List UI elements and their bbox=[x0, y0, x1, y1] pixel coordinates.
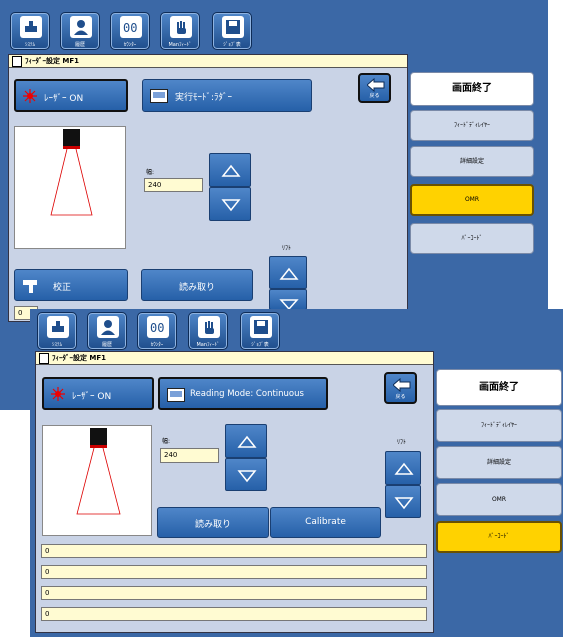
feed-delay-button[interactable]: ﾌｨｰﾄﾞﾃﾞｨﾚｲﾔｰ bbox=[436, 409, 562, 442]
sensor-beam-graphic bbox=[76, 428, 121, 515]
width-label: 幅: bbox=[162, 438, 171, 445]
panel-title: ﾌｨｰﾀﾞｰ設定 MF1 bbox=[25, 57, 80, 65]
svg-text:00: 00 bbox=[150, 321, 164, 335]
advanced-settings-button[interactable]: 詳細設定 bbox=[436, 446, 562, 479]
mode-label: Reading Mode: Continuous bbox=[190, 389, 304, 399]
laser-on-button[interactable]: ﾚｰｻﾞｰ ON bbox=[14, 79, 128, 112]
lift-label: ﾘﾌﾄ bbox=[397, 439, 407, 446]
triangle-down-icon bbox=[237, 470, 257, 483]
laser-icon bbox=[23, 89, 37, 103]
monitor-icon bbox=[167, 388, 185, 402]
hand-icon bbox=[170, 16, 192, 38]
laser-on-button[interactable]: ﾚｰｻﾞｰ ON bbox=[42, 377, 154, 410]
window-icon bbox=[12, 56, 22, 67]
panel-title-bar: ﾌｨｰﾀﾞｰ設定 MF1 bbox=[36, 352, 433, 365]
omr-button[interactable]: OMR bbox=[410, 184, 534, 216]
monitor-icon bbox=[150, 89, 168, 103]
lift-label: ﾘﾌﾄ bbox=[282, 245, 292, 252]
manual-feed-button[interactable]: Manﾌｨｰﾄﾞ bbox=[160, 12, 200, 50]
history-button[interactable]: 履歴 bbox=[60, 12, 100, 50]
person-icon bbox=[70, 16, 92, 38]
barcode-button[interactable]: ﾊﾞｰｺｰﾄﾞ bbox=[410, 223, 534, 254]
job-table-button[interactable]: ｼﾞｮﾌﾞ表 bbox=[212, 12, 252, 50]
triangle-down-icon bbox=[394, 497, 414, 510]
triangle-up-icon bbox=[237, 435, 257, 448]
width-down-button[interactable] bbox=[209, 187, 251, 221]
counter-icon: 00 bbox=[147, 316, 169, 338]
lift-up-button[interactable] bbox=[269, 256, 307, 289]
back-button[interactable]: 戻る bbox=[358, 73, 391, 103]
read-button[interactable]: 読み取り bbox=[157, 507, 269, 538]
window-icon bbox=[39, 353, 49, 364]
gun-icon bbox=[23, 280, 37, 293]
result-field: 0 bbox=[41, 586, 427, 600]
back-arrow-icon bbox=[367, 78, 385, 92]
disk-icon bbox=[222, 16, 244, 38]
mode-button[interactable]: 実行ﾓｰﾄﾞ:ﾗﾀﾞｰ bbox=[142, 79, 312, 112]
width-up-button[interactable] bbox=[225, 424, 267, 458]
read-label: 読み取り bbox=[178, 283, 215, 293]
counter-icon: 00 bbox=[120, 16, 142, 38]
panel-title: ﾌｨｰﾀﾞｰ設定 MF1 bbox=[52, 354, 107, 362]
lift-down-button[interactable] bbox=[269, 289, 307, 310]
sensor-beam-graphic bbox=[50, 129, 93, 216]
laser-on-label: ﾚｰｻﾞｰ ON bbox=[44, 94, 84, 104]
counter-button[interactable]: 00 ｶｳﾝﾀｰ bbox=[137, 312, 177, 350]
calibrate-label: 校正 bbox=[53, 283, 72, 293]
width-field[interactable]: 240 bbox=[144, 178, 203, 192]
triangle-up-icon bbox=[279, 267, 299, 280]
sensor-diagram bbox=[14, 126, 126, 249]
exit-screen-button[interactable]: 画面終了 bbox=[436, 369, 562, 406]
triangle-down-icon bbox=[221, 199, 241, 212]
back-label: 戻る bbox=[395, 394, 406, 400]
mode-button[interactable]: Reading Mode: Continuous bbox=[158, 377, 328, 410]
system-icon bbox=[20, 16, 42, 38]
advanced-settings-button[interactable]: 詳細設定 bbox=[410, 146, 534, 177]
read-label: 読み取り bbox=[194, 520, 231, 530]
width-field[interactable]: 240 bbox=[160, 448, 219, 463]
back-label: 戻る bbox=[369, 93, 380, 99]
system-icon bbox=[47, 316, 69, 338]
calibrate-label: Calibrate bbox=[305, 517, 346, 527]
lift-down-button[interactable] bbox=[385, 485, 421, 518]
result-field: 0 bbox=[41, 544, 427, 558]
width-up-button[interactable] bbox=[209, 153, 251, 187]
omr-button[interactable]: OMR bbox=[436, 483, 562, 516]
system-button[interactable]: ｼｽﾃﾑ bbox=[37, 312, 77, 350]
read-button[interactable]: 読み取り bbox=[141, 269, 253, 301]
calibrate-button[interactable]: 校正 bbox=[14, 269, 128, 301]
mode-label: 実行ﾓｰﾄﾞ:ﾗﾀﾞｰ bbox=[175, 93, 233, 103]
hand-icon bbox=[198, 316, 220, 338]
width-label: 幅: bbox=[146, 169, 155, 176]
laser-on-label: ﾚｰｻﾞｰ ON bbox=[72, 392, 112, 402]
laser-icon bbox=[51, 387, 65, 401]
person-icon bbox=[97, 316, 119, 338]
manual-feed-button[interactable]: Manﾌｨｰﾄﾞ bbox=[188, 312, 228, 350]
disk-icon bbox=[250, 316, 272, 338]
lift-up-button[interactable] bbox=[385, 451, 421, 485]
system-button[interactable]: ｼｽﾃﾑ bbox=[10, 12, 50, 50]
calibrate-button[interactable]: Calibrate bbox=[270, 507, 381, 538]
result-field: 0 bbox=[41, 607, 427, 621]
back-arrow-icon bbox=[393, 378, 411, 392]
result-field: 0 bbox=[41, 565, 427, 579]
barcode-button[interactable]: ﾊﾞｰｺｰﾄﾞ bbox=[436, 521, 562, 553]
triangle-up-icon bbox=[221, 164, 241, 177]
triangle-up-icon bbox=[394, 462, 414, 475]
sensor-diagram bbox=[42, 425, 152, 536]
job-table-button[interactable]: ｼﾞｮﾌﾞ表 bbox=[240, 312, 280, 350]
svg-text:00: 00 bbox=[123, 21, 137, 35]
panel-title-bar: ﾌｨｰﾀﾞｰ設定 MF1 bbox=[9, 55, 407, 68]
feed-delay-button[interactable]: ﾌｨｰﾄﾞﾃﾞｨﾚｲﾔｰ bbox=[410, 110, 534, 141]
history-button[interactable]: 履歴 bbox=[87, 312, 127, 350]
exit-screen-button[interactable]: 画面終了 bbox=[410, 72, 534, 106]
counter-button[interactable]: 00 ｶｳﾝﾀｰ bbox=[110, 12, 150, 50]
back-button[interactable]: 戻る bbox=[384, 372, 417, 404]
width-down-button[interactable] bbox=[225, 458, 267, 491]
